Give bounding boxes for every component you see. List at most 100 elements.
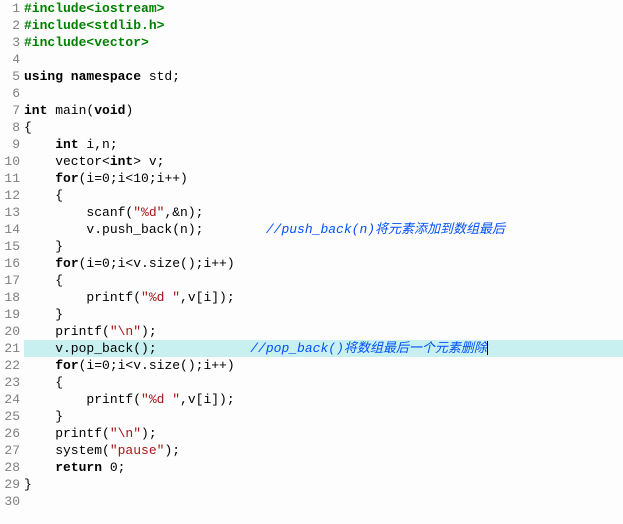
- code-line: #include<iostream>: [24, 0, 623, 17]
- line-number: 25: [0, 408, 20, 425]
- line-number: 21: [0, 340, 20, 357]
- code-token: using namespace: [24, 69, 141, 84]
- code-line: using namespace std;: [24, 68, 623, 85]
- line-number: 24: [0, 391, 20, 408]
- code-token: [24, 256, 55, 271]
- line-number: 17: [0, 272, 20, 289]
- code-token: #include<stdlib.h>: [24, 18, 164, 33]
- code-line: v.push_back(n); //push_back(n)将元素添加到数组最后: [24, 221, 623, 238]
- code-token: > v;: [133, 154, 164, 169]
- code-line: {: [24, 187, 623, 204]
- text-caret: [487, 341, 488, 355]
- code-line: [24, 493, 623, 510]
- line-number: 1: [0, 0, 20, 17]
- line-number: 27: [0, 442, 20, 459]
- code-line: {: [24, 119, 623, 136]
- line-number: 26: [0, 425, 20, 442]
- code-line: v.pop_back(); //pop_back()将数组最后一个元素删除: [24, 340, 623, 357]
- code-token: //pop_back()将数组最后一个元素删除: [250, 341, 487, 356]
- code-token: return: [55, 460, 102, 475]
- code-token: "%d": [133, 205, 164, 220]
- line-number: 12: [0, 187, 20, 204]
- line-number: 18: [0, 289, 20, 306]
- code-editor: 1234567891011121314151617181920212223242…: [0, 0, 623, 510]
- code-token: (i=0;i<10;i++): [79, 171, 188, 186]
- line-number: 14: [0, 221, 20, 238]
- code-line: vector<int> v;: [24, 153, 623, 170]
- line-number: 6: [0, 85, 20, 102]
- code-token: printf(: [24, 426, 110, 441]
- code-token: int: [24, 103, 47, 118]
- code-token: system(: [24, 443, 110, 458]
- code-token: "pause": [110, 443, 165, 458]
- code-line: [24, 85, 623, 102]
- code-area[interactable]: #include<iostream> #include<stdlib.h> #inc…: [24, 0, 623, 510]
- code-line: printf("\n");: [24, 323, 623, 340]
- code-line: int main(void): [24, 102, 623, 119]
- code-token: //push_back(n)将元素添加到数组最后: [266, 222, 505, 237]
- code-token: (i=0;i<v.size();i++): [79, 256, 235, 271]
- code-line: for(i=0;i<v.size();i++): [24, 357, 623, 374]
- code-token: "\n": [110, 426, 141, 441]
- line-number: 29: [0, 476, 20, 493]
- line-number: 3: [0, 34, 20, 51]
- code-token: }: [24, 477, 32, 492]
- code-token: {: [24, 120, 32, 135]
- line-number: 10: [0, 153, 20, 170]
- code-line: #include<stdlib.h>: [24, 17, 623, 34]
- code-token: [24, 358, 55, 373]
- line-number: 20: [0, 323, 20, 340]
- code-token: [24, 171, 55, 186]
- code-token: int: [110, 154, 133, 169]
- code-token: );: [164, 443, 180, 458]
- code-line: printf("%d ",v[i]);: [24, 289, 623, 306]
- line-number: 7: [0, 102, 20, 119]
- code-token: printf(: [24, 392, 141, 407]
- line-number: 23: [0, 374, 20, 391]
- code-line: for(i=0;i<10;i++): [24, 170, 623, 187]
- line-number: 28: [0, 459, 20, 476]
- code-line: [24, 51, 623, 68]
- line-number: 5: [0, 68, 20, 85]
- line-number: 13: [0, 204, 20, 221]
- code-line: int i,n;: [24, 136, 623, 153]
- code-token: {: [24, 375, 63, 390]
- code-line: scanf("%d",&n);: [24, 204, 623, 221]
- line-number: 22: [0, 357, 20, 374]
- code-token: [24, 460, 55, 475]
- code-token: #include<iostream>: [24, 1, 164, 16]
- code-line: return 0;: [24, 459, 623, 476]
- code-line: }: [24, 476, 623, 493]
- code-token: "%d ": [141, 290, 180, 305]
- code-token: );: [141, 426, 157, 441]
- code-token: (i=0;i<v.size();i++): [79, 358, 235, 373]
- code-token: v.pop_back();: [24, 341, 250, 356]
- code-token: ,v[i]);: [180, 392, 235, 407]
- code-token: {: [24, 273, 63, 288]
- code-line: }: [24, 408, 623, 425]
- code-token: }: [24, 239, 63, 254]
- code-token: {: [24, 188, 63, 203]
- code-token: "%d ": [141, 392, 180, 407]
- line-number: 16: [0, 255, 20, 272]
- code-token: 0;: [102, 460, 125, 475]
- line-number-gutter: 1234567891011121314151617181920212223242…: [0, 0, 24, 510]
- code-token: scanf(: [24, 205, 133, 220]
- code-token: v.push_back(n);: [24, 222, 266, 237]
- code-token: );: [141, 324, 157, 339]
- code-line: printf("%d ",v[i]);: [24, 391, 623, 408]
- line-number: 30: [0, 493, 20, 510]
- code-line: {: [24, 374, 623, 391]
- line-number: 19: [0, 306, 20, 323]
- code-token: #include<vector>: [24, 35, 149, 50]
- code-line: }: [24, 306, 623, 323]
- code-line: #include<vector>: [24, 34, 623, 51]
- code-token: printf(: [24, 324, 110, 339]
- line-number: 8: [0, 119, 20, 136]
- code-line: {: [24, 272, 623, 289]
- code-token: for: [55, 171, 78, 186]
- code-token: "\n": [110, 324, 141, 339]
- code-token: vector<: [24, 154, 110, 169]
- line-number: 15: [0, 238, 20, 255]
- code-token: ,v[i]);: [180, 290, 235, 305]
